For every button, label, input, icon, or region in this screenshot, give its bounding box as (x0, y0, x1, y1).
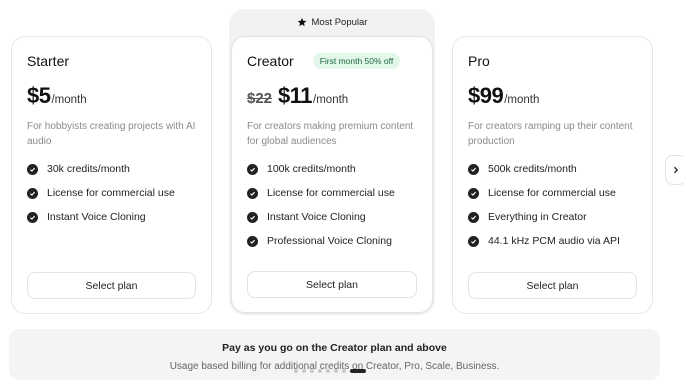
plan-name: Creator (247, 53, 294, 69)
check-circle-icon (247, 235, 258, 247)
plan-description: For creators ramping up their content pr… (468, 121, 633, 147)
feature-item: Professional Voice Cloning (247, 229, 418, 253)
plan-description: For hobbyists creating projects with AI … (27, 121, 196, 147)
check-circle-icon (468, 187, 479, 199)
check-circle-icon (247, 211, 258, 223)
plan-name: Starter (27, 53, 70, 69)
feature-item: Instant Voice Cloning (27, 205, 197, 229)
check-circle-icon (468, 163, 479, 175)
old-price: $22 (247, 90, 273, 107)
feature-item: 100k credits/month (247, 157, 418, 181)
select-plan-button-pro[interactable]: Select plan (468, 272, 637, 299)
check-circle-icon (247, 187, 258, 199)
feature-item: 500k credits/month (468, 157, 638, 181)
chevron-right-icon (673, 166, 679, 174)
discount-badge: First month 50% off (312, 53, 401, 69)
select-plan-button-starter[interactable]: Select plan (27, 272, 196, 299)
most-popular-banner: Most Popular (229, 9, 435, 35)
check-circle-icon (468, 211, 479, 223)
carousel-next-button[interactable] (665, 155, 684, 185)
check-circle-icon (468, 235, 479, 247)
feature-item: License for commercial use (247, 181, 418, 205)
carousel-dot[interactable] (334, 369, 338, 373)
feature-item: License for commercial use (27, 181, 197, 205)
carousel-dot[interactable] (302, 369, 306, 373)
select-plan-button-creator[interactable]: Select plan (247, 271, 417, 298)
plan-description: For creators making premium content for … (247, 121, 414, 147)
carousel-dot[interactable] (310, 369, 314, 373)
feature-item: Everything in Creator (468, 205, 638, 229)
most-popular-label: Most Popular (311, 16, 368, 28)
check-circle-icon (247, 163, 258, 175)
feature-item: Instant Voice Cloning (247, 205, 418, 229)
feature-list: 30k credits/month License for commercial… (27, 157, 197, 229)
plan-card-pro: Pro $99 /month For creators ramping up t… (452, 36, 653, 314)
price-period: /month (313, 94, 349, 106)
plan-card-creator: Creator First month 50% off $22 $11 /mon… (231, 36, 433, 313)
feature-item: 30k credits/month (27, 157, 197, 181)
check-circle-icon (27, 187, 38, 199)
feature-item: 44.1 kHz PCM audio via API (468, 229, 638, 253)
payg-title: Pay as you go on the Creator plan and ab… (222, 342, 447, 354)
price-period: /month (504, 94, 540, 106)
check-circle-icon (27, 163, 38, 175)
feature-item: License for commercial use (468, 181, 638, 205)
most-popular-wrapper: Most Popular Creator First month 50% off… (229, 9, 435, 315)
carousel-dot[interactable] (342, 369, 346, 373)
star-icon (297, 17, 306, 27)
carousel-dot[interactable] (294, 369, 298, 373)
plan-name: Pro (468, 53, 490, 69)
plan-price: $5 (27, 83, 51, 108)
carousel-dot[interactable] (350, 369, 366, 373)
plan-price: $99 (468, 83, 504, 108)
plan-card-starter: Starter $5 /month For hobbyists creating… (11, 36, 212, 314)
feature-list: 100k credits/month License for commercia… (247, 157, 418, 253)
feature-list: 500k credits/month License for commercia… (468, 157, 638, 253)
carousel-dots (294, 369, 366, 373)
plan-price: $11 (278, 83, 313, 108)
carousel-dot[interactable] (318, 369, 322, 373)
check-circle-icon (27, 211, 38, 223)
price-period: /month (51, 94, 87, 106)
carousel-dot[interactable] (326, 369, 330, 373)
